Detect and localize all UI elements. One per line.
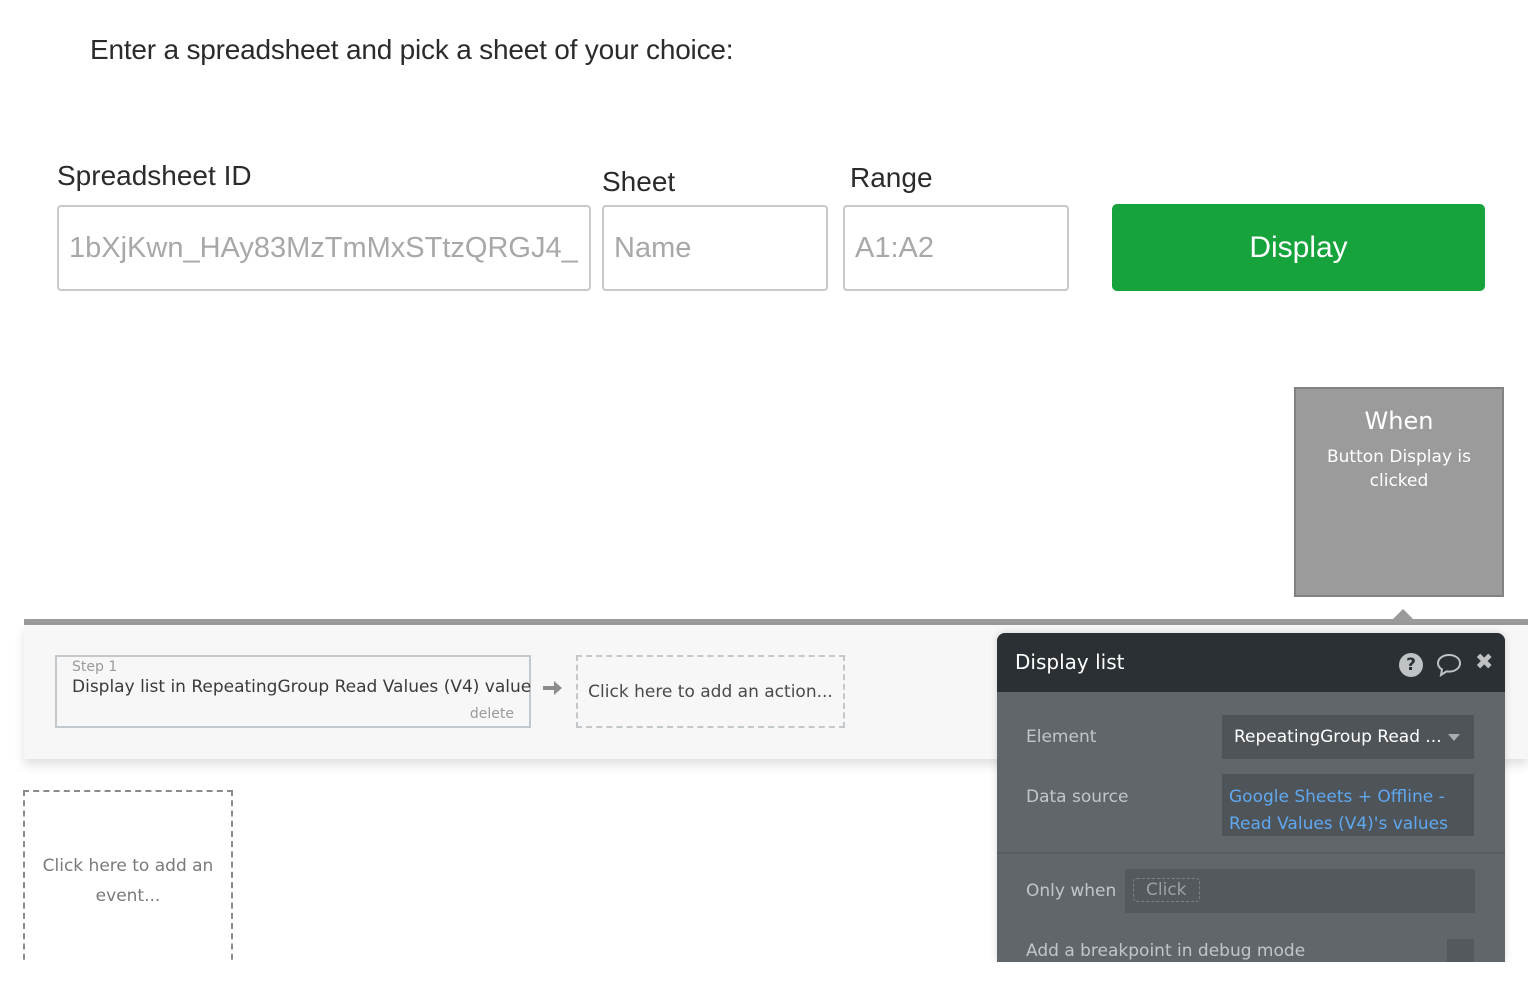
help-icon[interactable]: ? [1399, 653, 1423, 677]
element-dropdown[interactable]: RepeatingGroup Read ... [1222, 715, 1474, 759]
add-action-button[interactable]: Click here to add an action... [576, 655, 845, 728]
page-bottom-area [0, 962, 1528, 994]
range-label: Range [850, 162, 933, 193]
page-heading: Enter a spreadsheet and pick a sheet of … [90, 34, 734, 65]
step-delete-link[interactable]: delete [470, 706, 514, 722]
element-label: Element [1026, 727, 1097, 747]
chevron-down-icon [1448, 734, 1460, 741]
add-event-button[interactable]: Click here to add an event... [23, 790, 233, 970]
only-when-input[interactable]: Click [1125, 869, 1475, 913]
spreadsheet-id-input[interactable] [69, 231, 579, 265]
element-dropdown-value: RepeatingGroup Read ... [1234, 727, 1442, 747]
sheet-input[interactable] [614, 231, 816, 265]
breakpoint-label: Add a breakpoint in debug mode [1026, 941, 1306, 961]
panel-divider [997, 852, 1505, 854]
sheet-field [602, 205, 828, 291]
selected-event-pointer [1393, 609, 1413, 619]
workflow-step[interactable]: Step 1 Display list in RepeatingGroup Re… [55, 655, 531, 728]
step-description: Display list in RepeatingGroup Read Valu… [72, 677, 532, 697]
click-placeholder-chip[interactable]: Click [1133, 878, 1200, 902]
close-icon[interactable]: ✖ [1475, 650, 1493, 675]
data-source-expression[interactable]: Google Sheets + Offline - Read Values (V… [1222, 774, 1474, 836]
step-number: Step 1 [72, 659, 118, 675]
event-card-subtitle: Button Display is clicked [1327, 447, 1471, 491]
display-button[interactable]: Display [1112, 204, 1485, 291]
only-when-label: Only when [1026, 881, 1117, 901]
property-panel: Display list ? ✖ Element RepeatingGroup … [997, 633, 1505, 962]
event-card[interactable]: When Button Display is clicked [1294, 387, 1504, 597]
property-panel-title: Display list [1015, 650, 1125, 674]
data-source-label: Data source [1026, 787, 1129, 807]
breakpoint-checkbox[interactable] [1447, 939, 1474, 962]
range-field [843, 205, 1069, 291]
comment-icon[interactable] [1435, 652, 1463, 678]
property-panel-header: Display list ? ✖ [997, 633, 1505, 692]
arrow-right-icon [540, 676, 564, 700]
spreadsheet-id-field [57, 205, 591, 291]
range-input[interactable] [855, 231, 1057, 265]
event-card-title: When [1364, 407, 1434, 435]
spreadsheet-id-label: Spreadsheet ID [57, 160, 252, 191]
sheet-label: Sheet [602, 166, 676, 197]
